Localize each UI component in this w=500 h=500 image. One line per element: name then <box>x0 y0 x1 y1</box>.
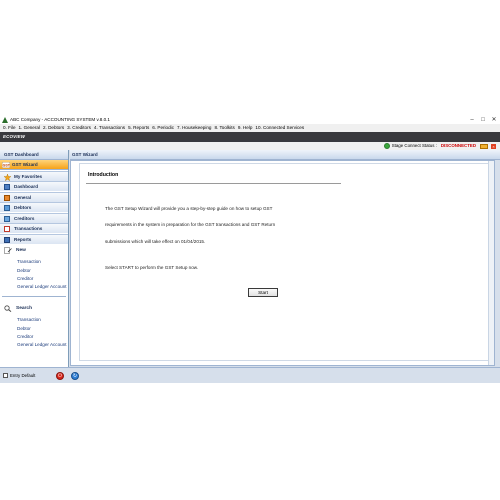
menu-help[interactable]: 9. Help <box>238 124 253 132</box>
menu-reports[interactable]: 5. Reports <box>128 124 149 132</box>
status-bar: Stage Connect Status : DISCONNECTED × <box>0 142 500 150</box>
application-window: ABC Company - ACCOUNTING SYSTEM v.8.0.1 … <box>0 116 500 383</box>
sidebar-item-debtors[interactable]: Debtors <box>0 202 68 212</box>
sidebar-item-gst-dashboard[interactable]: GST Dashboard <box>0 150 68 160</box>
menu-debtors[interactable]: 2. Debtors <box>43 124 64 132</box>
new-transaction-link[interactable]: Transaction <box>17 259 41 264</box>
menu-connected-services[interactable]: 10. Connected Services <box>255 124 304 132</box>
sidebar-item-label: Debtors <box>14 205 32 210</box>
window-controls: – □ ✕ <box>468 116 498 124</box>
sidebar-item-label: GST Wizard <box>12 162 38 167</box>
sidebar-item-label: Transactions <box>14 226 43 231</box>
sidebar-item-reports[interactable]: Reports <box>0 234 68 244</box>
maximize-button[interactable]: □ <box>479 116 487 124</box>
brand-label: ECOVIEW <box>3 134 26 139</box>
entry-default-option[interactable]: Entry Default <box>3 373 35 378</box>
wizard-text-line-1: The GST Setup Wizard will provide you a … <box>105 206 273 211</box>
app-logo-icon <box>2 117 8 123</box>
connect-status-label: Stage Connect Status : <box>391 143 437 148</box>
gst-icon: GST <box>2 162 10 168</box>
menu-transactions[interactable]: 4. Transactions <box>94 124 125 132</box>
search-section-title: Search <box>16 306 32 311</box>
panel-title: GST Wizard <box>72 152 98 157</box>
wizard-text-line-4: Select START to perform the GST Setup no… <box>105 265 199 270</box>
menu-creditors[interactable]: 3. Creditors <box>67 124 91 132</box>
connection-status: Stage Connect Status : DISCONNECTED × <box>383 143 496 149</box>
menu-bar: 0. File 1. General 2. Debtors 3. Credito… <box>0 124 500 132</box>
search-gl-account-link[interactable]: General Ledger Account <box>17 342 67 347</box>
menu-housekeeping[interactable]: 7. Housekeeping <box>177 124 211 132</box>
search-creditor-link[interactable]: Creditor <box>17 334 33 339</box>
section-divider <box>2 296 66 297</box>
sidebar-item-label: My Favorites <box>14 174 43 179</box>
panel-header: GST Wizard <box>70 150 500 160</box>
sidebar-item-gst-wizard[interactable]: GST GST Wizard <box>0 160 68 170</box>
minimize-button[interactable]: – <box>468 116 476 124</box>
svg-text:GST: GST <box>3 164 10 168</box>
sidebar-item-favorites[interactable]: My Favorites <box>0 171 68 181</box>
menu-file[interactable]: 0. File <box>3 124 16 132</box>
wizard-text-line-3: submissions which will take effect on 01… <box>105 239 206 244</box>
sidebar-item-label: General <box>14 195 32 200</box>
heading-divider <box>86 183 341 184</box>
new-debtor-link[interactable]: Debtor <box>17 268 31 273</box>
star-icon <box>4 174 11 181</box>
start-button[interactable]: Start <box>248 288 278 297</box>
new-section-title: New <box>16 248 26 253</box>
wizard-heading: Introduction <box>88 172 119 178</box>
search-transaction-link[interactable]: Transaction <box>17 317 41 322</box>
menu-periodic[interactable]: 6. Periodic <box>152 124 174 132</box>
mail-icon[interactable] <box>480 143 488 149</box>
creditors-icon <box>4 216 10 222</box>
wizard-panel: Introduction The GST Setup Wizard will p… <box>79 163 489 361</box>
reports-icon <box>4 237 10 243</box>
connect-status-icon[interactable] <box>383 143 390 149</box>
bottom-bar: Entry Default ⏻ ↻ <box>0 367 500 383</box>
debtors-icon <box>4 205 10 211</box>
search-section: Search Transaction Debtor Creditor Gener… <box>0 303 68 363</box>
refresh-icon[interactable]: ↻ <box>71 372 79 380</box>
wizard-content-area: Introduction The GST Setup Wizard will p… <box>70 160 495 366</box>
sidebar-item-label: GST Dashboard <box>4 152 39 157</box>
new-gl-account-link[interactable]: General Ledger Account <box>17 284 67 289</box>
new-section: New Transaction Debtor Creditor General … <box>0 245 68 301</box>
sidebar-item-transactions[interactable]: Transactions <box>0 223 68 233</box>
sidebar-item-label: Reports <box>14 237 32 242</box>
entry-default-label: Entry Default <box>10 373 36 378</box>
new-document-icon <box>4 247 12 254</box>
sidebar-item-creditors[interactable]: Creditors <box>0 213 68 223</box>
close-button[interactable]: ✕ <box>490 116 498 124</box>
sidebar: GST Dashboard GST GST Wizard My Favorite… <box>0 150 69 367</box>
window-title: ABC Company - ACCOUNTING SYSTEM v.8.0.1 <box>10 117 110 122</box>
menu-toolkits[interactable]: 8. Toolkits <box>214 124 234 132</box>
search-icon <box>4 305 12 312</box>
close-panel-icon[interactable]: × <box>491 143 496 149</box>
new-creditor-link[interactable]: Creditor <box>17 276 33 281</box>
search-debtor-link[interactable]: Debtor <box>17 326 31 331</box>
toolbar: ECOVIEW <box>0 132 500 142</box>
sidebar-item-label: Creditors <box>14 216 35 221</box>
connect-status-value: DISCONNECTED <box>440 143 476 148</box>
transactions-icon <box>4 226 10 232</box>
general-icon <box>4 195 10 201</box>
wizard-text-line-2: requirements in the system in preparatio… <box>105 222 276 227</box>
power-icon[interactable]: ⏻ <box>56 372 64 380</box>
sidebar-item-general[interactable]: General <box>0 192 68 202</box>
entry-default-checkbox[interactable] <box>3 373 8 378</box>
title-bar: ABC Company - ACCOUNTING SYSTEM v.8.0.1 … <box>0 116 500 124</box>
menu-general[interactable]: 1. General <box>19 124 40 132</box>
vertical-scrollbar[interactable] <box>488 161 494 365</box>
sidebar-item-label: Dashboard <box>14 184 38 189</box>
sidebar-item-dashboard[interactable]: Dashboard <box>0 181 68 191</box>
dashboard-icon <box>4 184 10 190</box>
